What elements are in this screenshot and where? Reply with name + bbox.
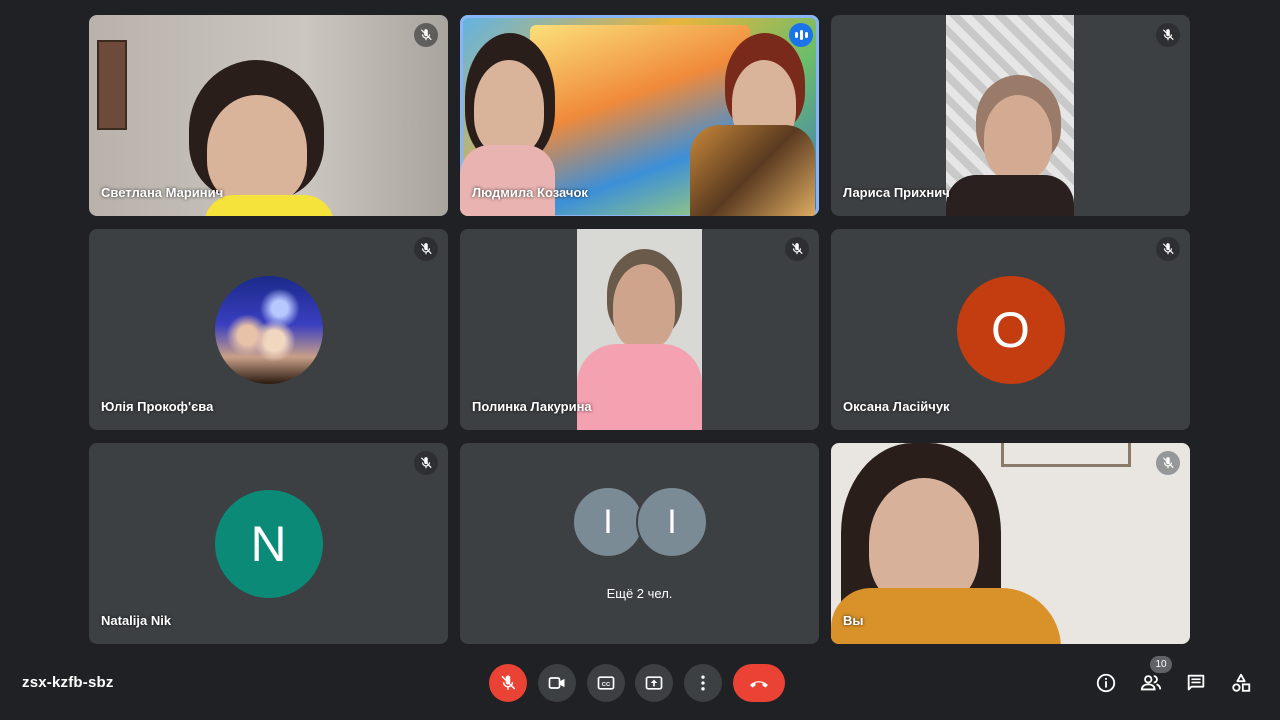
meeting-info-button[interactable] <box>1091 668 1121 698</box>
avatar <box>214 276 323 384</box>
mic-off-icon <box>501 675 516 690</box>
participant-tile-polinka[interactable]: Полинка Лакурина <box>460 229 819 430</box>
more-participants-label: Ещё 2 чел. <box>606 586 673 601</box>
participant-count-badge: 10 <box>1150 656 1172 673</box>
wall-frame <box>1001 443 1131 467</box>
activities-button[interactable] <box>1226 668 1256 698</box>
more-vert-icon <box>701 675 705 691</box>
activities-shapes-icon <box>1232 673 1251 692</box>
mic-off-icon <box>414 451 438 475</box>
present-screen-icon <box>645 676 663 690</box>
camera-toggle-button[interactable] <box>538 664 576 702</box>
leave-call-button[interactable] <box>733 664 785 702</box>
end-call-icon <box>750 681 768 688</box>
self-view-tile[interactable]: Вы <box>831 443 1190 644</box>
participant-name: Natalija Nik <box>101 613 172 628</box>
chat-button[interactable] <box>1181 668 1211 698</box>
participant-tile-svetlana[interactable]: Светлана Маринич <box>89 15 448 216</box>
participant-tile-natalija[interactable]: N Natalija Nik <box>89 443 448 644</box>
mic-off-icon <box>414 237 438 261</box>
participant-name: Светлана Маринич <box>101 185 224 200</box>
participant-name: Людмила Козачок <box>472 185 588 200</box>
participant-name: Оксана Ласійчук <box>843 399 950 414</box>
mic-off-icon <box>1156 23 1180 47</box>
svg-text:CC: CC <box>602 682 611 688</box>
mic-toggle-button[interactable] <box>489 664 527 702</box>
mic-off-icon <box>1156 237 1180 261</box>
avatar: I <box>572 486 644 558</box>
avatar: О <box>956 276 1065 384</box>
mic-off-icon <box>785 237 809 261</box>
info-icon <box>1096 673 1116 693</box>
participant-tile-yuliia[interactable]: Юлія Прокоф'єва <box>89 229 448 430</box>
captions-icon: CC <box>597 676 615 690</box>
meeting-code: zsx-kzfb-sbz <box>22 674 114 691</box>
speaking-indicator-icon <box>789 23 813 47</box>
more-options-button[interactable] <box>684 664 722 702</box>
participant-tile-larisa[interactable]: Лариса Прихнич <box>831 15 1190 216</box>
video-feed <box>577 229 702 430</box>
wall-picture <box>97 40 127 130</box>
avatar: N <box>214 490 323 598</box>
avatar: I <box>636 486 708 558</box>
present-screen-button[interactable] <box>635 664 673 702</box>
participant-name: Вы <box>843 613 864 628</box>
camera-icon <box>548 677 565 689</box>
participant-name: Юлія Прокоф'єва <box>101 399 214 414</box>
mic-off-icon <box>1156 451 1180 475</box>
captions-button[interactable]: CC <box>587 664 625 702</box>
more-participants-tile[interactable]: I I Ещё 2 чел. <box>460 443 819 644</box>
video-feed <box>946 15 1074 216</box>
participant-name: Полинка Лакурина <box>472 399 592 414</box>
participant-tile-oksana[interactable]: О Оксана Ласійчук <box>831 229 1190 430</box>
mic-off-icon <box>414 23 438 47</box>
participant-name: Лариса Прихнич <box>843 185 950 200</box>
chat-icon <box>1187 674 1205 691</box>
people-icon <box>1140 675 1162 691</box>
participant-tile-lyudmila[interactable]: Людмила Козачок <box>460 15 819 216</box>
